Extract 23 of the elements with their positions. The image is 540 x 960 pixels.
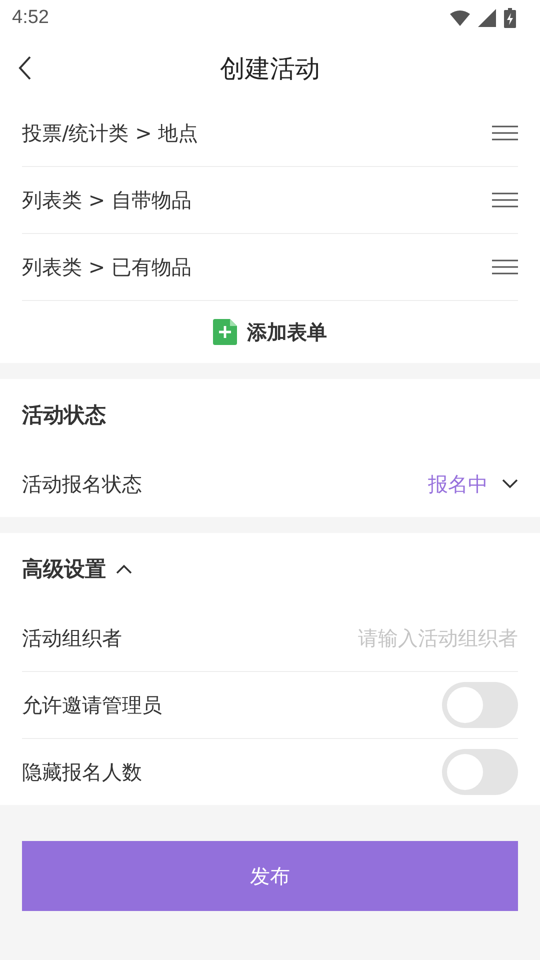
page-title: 创建活动 (220, 52, 320, 84)
add-document-icon (213, 319, 237, 345)
back-button[interactable] (18, 55, 32, 81)
toggle-label: 允许邀请管理员 (22, 692, 162, 718)
toggle-label: 隐藏报名人数 (22, 758, 142, 786)
toggle-switch[interactable] (442, 682, 518, 728)
field-label: 活动组织者 (22, 624, 122, 652)
drag-handle-icon[interactable] (492, 259, 518, 275)
form-item[interactable]: 投票/统计类 > 地点 (22, 100, 518, 167)
signal-icon (478, 9, 496, 27)
drag-handle-icon[interactable] (492, 125, 518, 141)
battery-icon (504, 8, 516, 28)
section-title: 活动状态 (22, 402, 106, 429)
status-time: 4:52 (12, 7, 49, 29)
status-dropdown[interactable]: 活动报名状态 报名中 (22, 451, 518, 517)
form-item[interactable]: 列表类 > 已有物品 (22, 234, 518, 301)
toggle-switch[interactable] (442, 749, 518, 795)
add-form-button[interactable]: 添加表单 (22, 301, 518, 363)
wifi-icon (450, 10, 470, 26)
drag-handle-icon[interactable] (492, 192, 518, 208)
advanced-settings-toggle[interactable]: 高级设置 (22, 555, 132, 583)
form-item[interactable]: 列表类 > 自带物品 (22, 167, 518, 234)
publish-button[interactable]: 发布 (22, 841, 518, 911)
